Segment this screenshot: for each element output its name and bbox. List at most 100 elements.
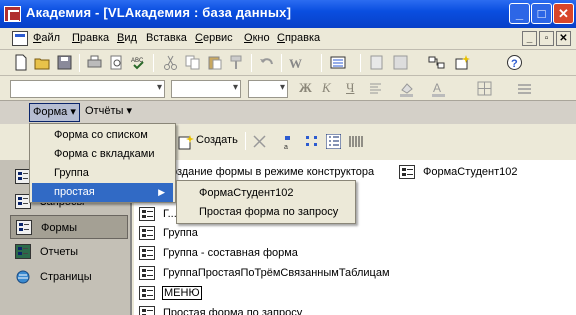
open-icon[interactable] — [34, 54, 51, 71]
toolbar-separator — [153, 54, 154, 72]
office-links-icon[interactable]: W — [288, 54, 305, 71]
font-color-icon[interactable]: A — [430, 80, 447, 97]
menu-tools[interactable]: Сервис — [195, 32, 233, 44]
form-icon — [139, 246, 155, 260]
underline-button[interactable]: Ч — [346, 80, 354, 96]
simple-submenu: ФормаСтудент102 Простая форма по запросу — [176, 180, 356, 224]
menu-file[interactable]: Файл — [33, 32, 60, 44]
analyze-icon[interactable] — [330, 54, 347, 71]
objects-item-label: Отчеты — [40, 246, 79, 258]
print-icon[interactable] — [86, 54, 103, 71]
form-icon — [399, 165, 415, 179]
details-view-icon[interactable] — [348, 134, 363, 149]
print-preview-icon[interactable] — [108, 54, 125, 71]
otchety-menu-button[interactable]: Отчёты ▾ — [82, 103, 135, 122]
save-icon[interactable] — [56, 54, 73, 71]
doc-restore-button[interactable]: ▫ — [539, 31, 554, 46]
form-icon — [139, 266, 155, 280]
svg-text:W: W — [289, 56, 302, 71]
menu-item-group[interactable]: Группа — [32, 164, 173, 183]
large-icons-icon[interactable]: a — [283, 134, 298, 149]
list-item[interactable]: Группа — [163, 227, 198, 239]
standard-toolbar: ABC W ? — [0, 50, 576, 76]
report-icon — [15, 244, 31, 259]
submenu-arrow-icon: ▶ — [158, 187, 165, 197]
objects-item-forms[interactable]: Формы — [10, 215, 128, 239]
align-left-icon[interactable] — [368, 80, 385, 97]
app-icon[interactable] — [4, 6, 21, 22]
svg-text:a: a — [284, 144, 288, 149]
list-item[interactable]: Простая форма по запросу — [163, 307, 302, 315]
object-bar: Форма ▾ Отчёты ▾ — [0, 101, 576, 124]
doc-minimize-button[interactable]: _ — [522, 31, 537, 46]
menu-window[interactable]: Окно — [244, 32, 270, 44]
new-icon[interactable] — [12, 54, 29, 71]
toolbar-separator — [321, 54, 322, 72]
format-painter-icon[interactable] — [228, 54, 245, 71]
svg-text:A: A — [433, 81, 441, 95]
window-title: Академия - [VLАкадемия : база данных] — [26, 5, 292, 20]
form-icon — [139, 286, 155, 300]
doc-close-button[interactable]: ✕ — [556, 31, 571, 46]
list-view-icon[interactable] — [326, 134, 341, 149]
borders-icon[interactable] — [476, 80, 493, 97]
page-icon — [16, 270, 30, 284]
forma-menu-button[interactable]: Форма ▾ — [29, 103, 80, 122]
list-item[interactable]: Г... — [163, 208, 177, 220]
menu-item-tabbed-form[interactable]: Форма с вкладками — [32, 145, 173, 164]
formatting-toolbar: Ж К Ч A — [0, 76, 576, 101]
svg-text:?: ? — [511, 58, 518, 70]
list-item[interactable]: ФормаСтудент102 — [423, 166, 518, 178]
toolbar-separator — [360, 54, 361, 72]
delete-icon[interactable] — [252, 134, 267, 149]
list-item[interactable]: Создание формы в режиме конструктора — [163, 166, 374, 178]
toolbar-separator — [79, 54, 80, 72]
paste-icon[interactable] — [206, 54, 223, 71]
menu-item-list-form[interactable]: Форма со списком — [32, 126, 173, 145]
menu-insert[interactable]: Вставка — [146, 32, 187, 44]
list-item-selected[interactable]: МЕНЮ — [162, 286, 202, 300]
size-combo[interactable] — [248, 80, 288, 98]
undo-icon[interactable] — [258, 54, 275, 71]
objects-item-label: Формы — [41, 222, 78, 234]
properties-icon[interactable] — [392, 54, 409, 71]
code-icon[interactable] — [368, 54, 385, 71]
form-icon — [139, 207, 155, 221]
spelling-icon[interactable]: ABC — [130, 54, 147, 71]
menu-item-label: простая — [54, 186, 95, 198]
objects-item-reports[interactable]: Отчеты — [10, 240, 128, 264]
submenu-item-student-form[interactable]: ФормаСтудент102 — [179, 184, 353, 203]
italic-button[interactable]: К — [322, 80, 331, 96]
font-combo[interactable] — [171, 80, 241, 98]
minimize-button[interactable]: _ — [509, 3, 530, 24]
object-combo[interactable] — [10, 80, 165, 98]
line-style-icon[interactable] — [516, 80, 533, 97]
maximize-button[interactable]: □ — [531, 3, 552, 24]
form-icon — [139, 306, 155, 315]
create-button[interactable]: Создать — [196, 134, 238, 146]
objects-item-pages[interactable]: Страницы — [10, 265, 128, 289]
form-icon — [139, 226, 155, 240]
close-button[interactable]: ✕ — [553, 3, 574, 24]
bold-button[interactable]: Ж — [299, 80, 312, 96]
cut-icon[interactable] — [162, 54, 179, 71]
help-icon[interactable]: ? — [506, 54, 523, 71]
small-icons-icon[interactable] — [305, 134, 320, 149]
document-icon[interactable] — [12, 31, 28, 46]
menu-edit[interactable]: Правка — [72, 32, 109, 44]
list-item[interactable]: ГруппаПростаяПоТрёмСвязаннымТаблицам — [163, 267, 390, 279]
fill-color-icon[interactable] — [398, 80, 415, 97]
forma-dropdown-menu: Форма со списком Форма с вкладками Групп… — [29, 123, 176, 203]
copy-icon[interactable] — [184, 54, 201, 71]
new-object-icon[interactable] — [454, 54, 471, 71]
menu-item-simple[interactable]: простая ▶ — [32, 183, 173, 202]
title-bar: Академия - [VLАкадемия : база данных] _ … — [0, 0, 576, 28]
menu-help[interactable]: Справка — [277, 32, 320, 44]
menu-view[interactable]: Вид — [117, 32, 137, 44]
menu-bar: Файл Правка Вид Вставка Сервис Окно Спра… — [0, 28, 576, 50]
relationships-icon[interactable] — [428, 54, 445, 71]
toolbar-separator — [281, 54, 282, 72]
list-item[interactable]: Группа - составная форма — [163, 247, 298, 259]
submenu-item-query-form[interactable]: Простая форма по запросу — [179, 203, 353, 222]
create-icon — [178, 135, 194, 150]
